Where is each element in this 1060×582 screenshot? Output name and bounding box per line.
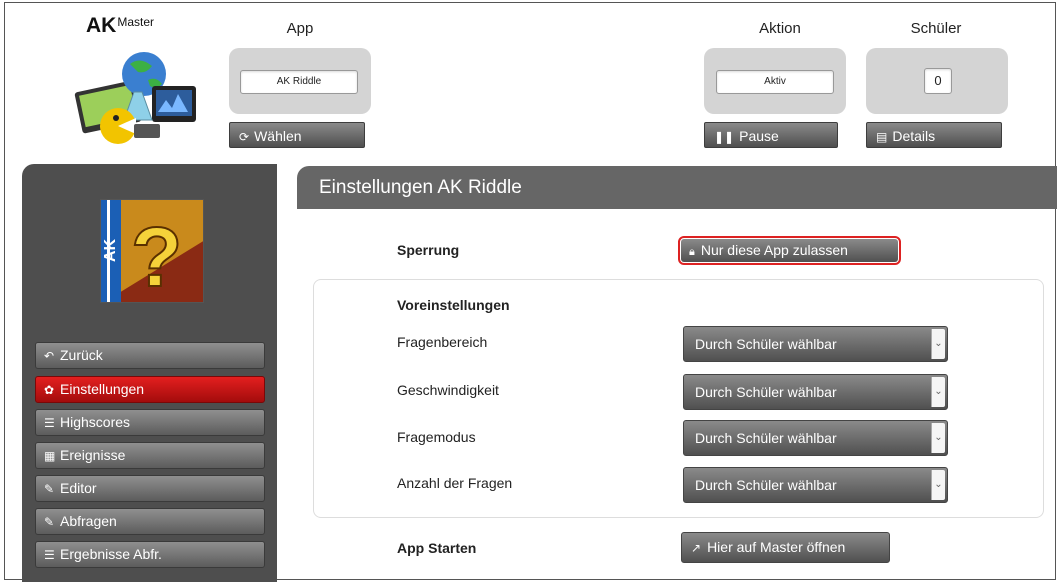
nur-diese-app-zulassen-button[interactable]: 🔒︎ Nur diese App zulassen <box>678 236 901 265</box>
lock-icon: 🔒︎ <box>689 246 695 258</box>
aktion-value-field[interactable]: Aktiv <box>716 70 834 94</box>
waehlen-button-label: Wählen <box>254 128 302 144</box>
app-starten-label: App Starten <box>397 540 477 556</box>
svg-text:AK: AK <box>102 238 119 262</box>
riddle-icon: AK ? <box>101 200 203 303</box>
sidebar-item-label: Einstellungen <box>60 381 145 397</box>
select-value: Durch Schüler wählbar <box>695 430 837 446</box>
external-open-icon: ↗ <box>691 541 702 555</box>
anzahl-fragen-label: Anzahl der Fragen <box>397 475 513 491</box>
sidebar-item-editor[interactable]: ✎ Editor <box>35 475 265 502</box>
select-value: Durch Schüler wählbar <box>695 477 837 493</box>
sidebar-item-ereignisse[interactable]: ▦ Ereignisse <box>35 442 265 469</box>
select-value: Durch Schüler wählbar <box>695 384 837 400</box>
refresh-icon: ⟳ <box>239 130 250 144</box>
numbered-list-icon: ☰ <box>44 548 55 562</box>
sidebar-item-label: Ergebnisse Abfr. <box>60 546 162 562</box>
details-icon: ▤ <box>876 130 888 144</box>
chevron-down-icon: ⌄ <box>931 423 945 453</box>
sidebar-item-ergebnisse[interactable]: ☰ Ergebnisse Abfr. <box>35 541 265 568</box>
akmaster-logo <box>74 52 196 144</box>
waehlen-button[interactable]: ⟳ Wählen <box>229 122 365 148</box>
hier-auf-master-oeffnen-button[interactable]: ↗ Hier auf Master öffnen <box>681 532 890 563</box>
pause-button-label: Pause <box>739 128 779 144</box>
sidebar-item-label: Zurück <box>60 347 103 363</box>
chevron-down-icon: ⌄ <box>931 329 945 359</box>
sidebar-item-abfragen[interactable]: ✎ Abfragen <box>35 508 265 535</box>
svg-text:?: ? <box>131 210 182 303</box>
app-value-field[interactable]: AK Riddle <box>240 70 358 94</box>
fragenbereich-select[interactable]: Durch Schüler wählbar ⌄ <box>683 326 948 362</box>
chevron-down-icon: ⌄ <box>931 470 945 500</box>
details-button-label: Details <box>892 128 936 144</box>
anzahl-fragen-select[interactable]: Durch Schüler wählbar ⌄ <box>683 467 948 503</box>
app-column-label: App <box>286 20 314 37</box>
brand-sub: Master <box>117 15 155 29</box>
sidebar-item-einstellungen[interactable]: ✿ Einstellungen <box>35 376 265 403</box>
fragenbereich-label: Fragenbereich <box>397 334 488 350</box>
sidebar-item-label: Editor <box>60 480 97 496</box>
details-button[interactable]: ▤ Details <box>866 122 1002 148</box>
geschwindigkeit-label: Geschwindigkeit <box>397 382 499 398</box>
aktion-column-label: Aktion <box>759 20 801 37</box>
brand-title: AKMaster <box>86 14 154 38</box>
edit-icon: ✎ <box>44 515 55 529</box>
geschwindigkeit-select[interactable]: Durch Schüler wählbar ⌄ <box>683 374 948 410</box>
gear-icon: ✿ <box>44 383 55 397</box>
pause-button[interactable]: ❚❚ Pause <box>704 122 838 148</box>
open-button-label: Hier auf Master öffnen <box>707 539 846 555</box>
edit-icon: ✎ <box>44 482 55 496</box>
select-value: Durch Schüler wählbar <box>695 336 837 352</box>
calendar-icon: ▦ <box>44 449 56 463</box>
list-icon: ☰ <box>44 416 55 430</box>
sidebar-item-label: Highscores <box>60 414 131 430</box>
brand-main: AK <box>86 14 117 37</box>
schueler-column-label: Schüler <box>910 20 962 37</box>
sidebar-item-zurueck[interactable]: ↶ Zurück <box>35 342 265 369</box>
chevron-down-icon: ⌄ <box>931 377 945 407</box>
page-title: Einstellungen AK Riddle <box>297 166 1057 209</box>
ak-riddle-app-icon: AK ? <box>100 199 204 303</box>
fragemodus-select[interactable]: Durch Schüler wählbar ⌄ <box>683 420 948 456</box>
voreinstellungen-title: Voreinstellungen <box>397 297 510 313</box>
sperrung-label: Sperrung <box>397 242 460 258</box>
fragemodus-label: Fragemodus <box>397 429 476 445</box>
pause-icon: ❚❚ <box>714 130 735 144</box>
sidebar-item-label: Ereignisse <box>60 447 126 463</box>
lock-button-label: Nur diese App zulassen <box>700 242 848 258</box>
sidebar-item-label: Abfragen <box>60 513 117 529</box>
undo-icon: ↶ <box>44 349 55 363</box>
schueler-count-field[interactable]: 0 <box>924 68 952 94</box>
sidebar-item-highscores[interactable]: ☰ Highscores <box>35 409 265 436</box>
